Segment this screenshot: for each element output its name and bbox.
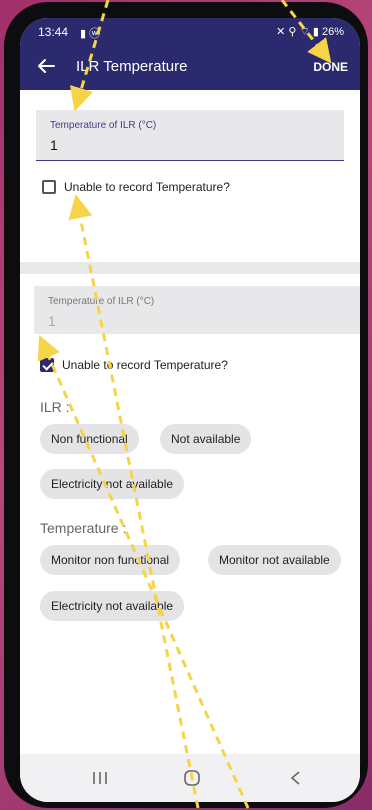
back-arrow-icon[interactable]	[34, 54, 58, 78]
status-bar: 13:44 ▮ ⓦ ✕ ⚲ ⌔ ▮ 26%	[38, 25, 344, 43]
back-icon[interactable]	[284, 768, 308, 788]
chip-ilr-not-available[interactable]: Not available	[160, 424, 252, 454]
notification-icons: ▮ ⓦ	[80, 28, 101, 40]
chip-ilr-electricity[interactable]: Electricity not available	[40, 469, 185, 499]
recent-apps-icon[interactable]	[88, 768, 112, 788]
temperature-field-disabled-value: 1	[48, 313, 56, 329]
page-title: ILR Temperature	[76, 58, 188, 75]
chip-monitor-not-available[interactable]: Monitor not available	[208, 545, 341, 575]
screen: 13:44 ▮ ⓦ ✕ ⚲ ⌔ ▮ 26% ILR Temperature DO…	[20, 18, 360, 802]
done-button[interactable]: DONE	[313, 60, 348, 74]
status-time: 13:44	[38, 25, 69, 39]
unable-to-record-label-checked: Unable to record Temperature?	[62, 358, 228, 372]
temperature-field[interactable]: Temperature of ILR (°C) 1	[36, 110, 344, 161]
unable-to-record-label: Unable to record Temperature?	[64, 180, 230, 194]
navigation-bar	[20, 754, 360, 802]
home-icon[interactable]	[180, 768, 204, 788]
signal-icons: ✕ ⚲ ⌔ ▮	[276, 26, 319, 38]
chip-temp-electricity[interactable]: Electricity not available	[40, 591, 185, 621]
unable-to-record-checkbox[interactable]	[42, 180, 56, 194]
section-divider	[20, 262, 360, 274]
battery-level: 26%	[321, 26, 344, 38]
temperature-field-disabled-label: Temperature of ILR (°C)	[48, 296, 155, 307]
temperature-field-disabled: Temperature of ILR (°C) 1	[34, 286, 360, 334]
chip-monitor-non-functional[interactable]: Monitor non functional	[40, 545, 181, 575]
temperature-field-value: 1	[50, 137, 58, 153]
unable-to-record-row-checked[interactable]: Unable to record Temperature?	[40, 358, 228, 372]
system-icons: ✕ ⚲ ⌔ ▮ 26%	[276, 25, 344, 39]
temperature-field-label: Temperature of ILR (°C)	[50, 120, 157, 131]
app-bar: 13:44 ▮ ⓦ ✕ ⚲ ⌔ ▮ 26% ILR Temperature DO…	[20, 18, 360, 90]
unable-to-record-row[interactable]: Unable to record Temperature?	[42, 180, 230, 194]
temperature-section-label: Temperature :	[40, 520, 127, 536]
ilr-section-label: ILR :	[40, 399, 70, 415]
phone-frame: 13:44 ▮ ⓦ ✕ ⚲ ⌔ ▮ 26% ILR Temperature DO…	[4, 2, 368, 808]
chip-ilr-non-functional[interactable]: Non functional	[40, 424, 139, 454]
unable-to-record-checkbox-checked[interactable]	[40, 358, 54, 372]
